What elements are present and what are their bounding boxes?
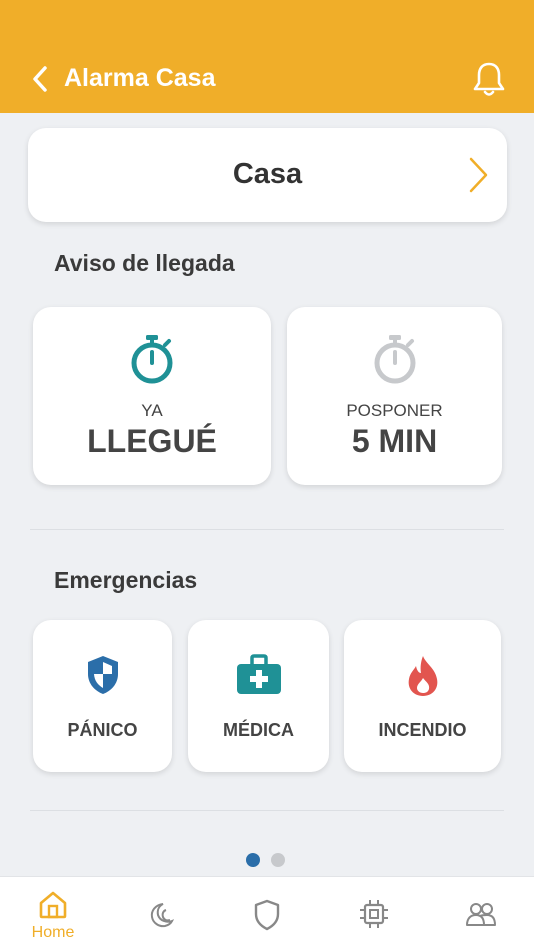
location-selector[interactable]: Casa [28, 128, 507, 222]
shield-icon [87, 656, 118, 694]
panic-label: PÁNICO [67, 720, 138, 740]
emergencies-section-title: Emergencias [54, 567, 198, 593]
arrived-button[interactable]: YA LLEGUÉ [33, 307, 271, 485]
medical-button[interactable]: MÉDICA [188, 620, 329, 772]
app-header: Alarma Casa [0, 0, 534, 113]
tab-home[interactable]: Home [13, 877, 93, 950]
divider [30, 810, 504, 811]
fire-icon [408, 656, 437, 696]
tab-night-mode[interactable] [120, 877, 200, 950]
tab-users[interactable] [441, 877, 521, 950]
page-title: Alarma Casa [64, 64, 216, 92]
arrived-small-label: YA [141, 401, 163, 420]
back-button[interactable] [28, 62, 52, 96]
postpone-button[interactable]: POSPONER 5 MIN [287, 307, 502, 485]
medical-label: MÉDICA [223, 720, 294, 740]
tab-security[interactable] [227, 877, 307, 950]
stopwatch-icon [374, 335, 415, 384]
chip-icon [360, 900, 388, 928]
page-dot-1[interactable] [246, 853, 260, 867]
medical-kit-icon [236, 654, 281, 694]
arrived-big-label: LLEGUÉ [87, 423, 217, 459]
notifications-button[interactable] [470, 58, 508, 100]
chevron-left-icon [33, 66, 47, 92]
postpone-big-label: 5 MIN [351, 423, 438, 459]
shield-outline-icon [254, 899, 280, 931]
tab-devices[interactable] [334, 877, 414, 950]
home-icon [39, 891, 67, 919]
moon-icon [150, 903, 175, 928]
arrival-section-title: Aviso de llegada [54, 250, 235, 276]
chevron-right-icon [469, 157, 488, 193]
page-indicator [246, 853, 285, 867]
postpone-small-label: POSPONER [346, 401, 443, 420]
fire-button[interactable]: INCENDIO [344, 620, 501, 772]
tab-home-label: Home [31, 924, 75, 941]
bottom-tab-bar: Home [0, 876, 534, 950]
page-dot-2[interactable] [271, 853, 285, 867]
users-icon [466, 903, 496, 926]
divider [30, 529, 504, 530]
stopwatch-icon [131, 335, 173, 384]
bell-icon [473, 62, 505, 96]
fire-label: INCENDIO [378, 720, 467, 740]
panic-button[interactable]: PÁNICO [33, 620, 172, 772]
location-name: Casa [232, 158, 303, 190]
